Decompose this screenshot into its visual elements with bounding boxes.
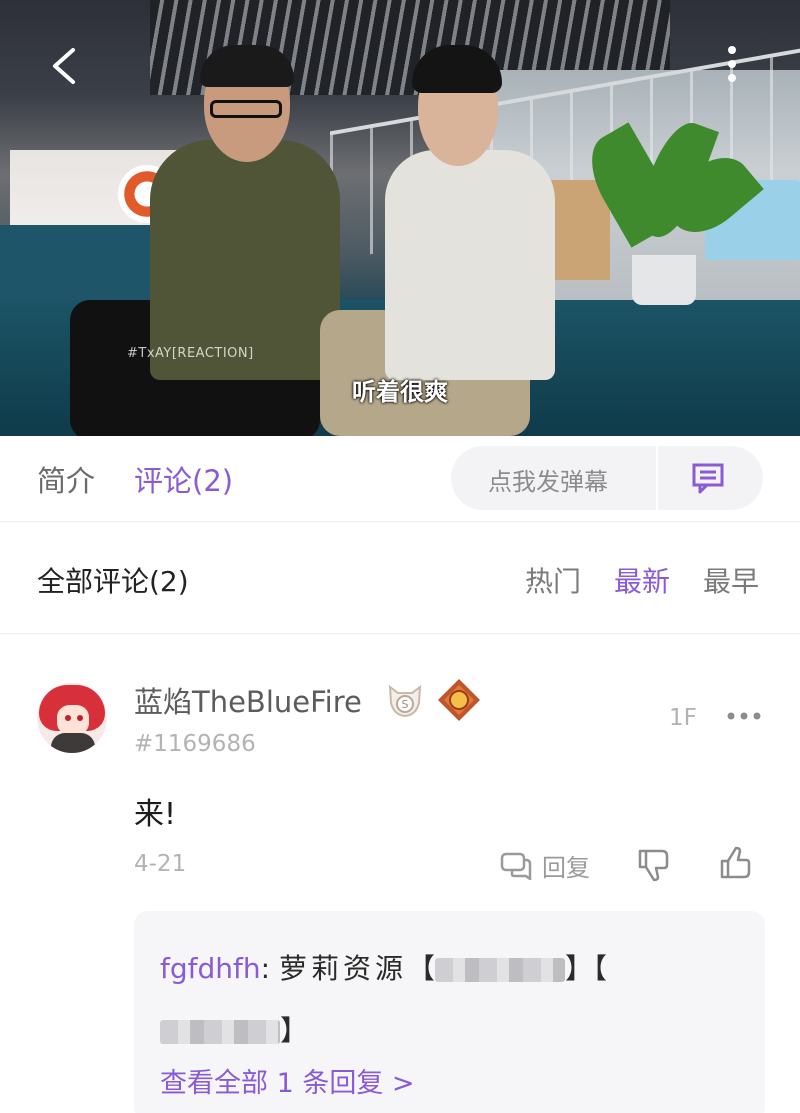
video-player[interactable]: #TxAY[REACTION] 听着很爽 (0, 0, 800, 436)
all-comments-title: 全部评论(2) (37, 565, 189, 598)
comments-filter-row: 全部评论(2) 热门 最新 最早 (0, 522, 800, 634)
sort-oldest-option[interactable]: 最早 (703, 560, 759, 600)
reply-bracket-close: 】 (280, 1014, 309, 1047)
reply-username[interactable]: fgfdhfh (160, 952, 261, 985)
blurred-text (435, 958, 565, 982)
chat-bubbles-icon (500, 852, 532, 880)
comment-user-id: #1169686 (134, 731, 256, 757)
blurred-text (160, 1020, 280, 1044)
avatar-eye (77, 715, 83, 721)
sort-newest-option[interactable]: 最新 (614, 560, 670, 600)
avatar-eye (65, 715, 71, 721)
message-square-icon[interactable] (691, 462, 725, 494)
thumb-up-icon[interactable] (718, 845, 754, 881)
reply-button[interactable]: 回复 (500, 845, 590, 885)
reply-bracket-close: 】 (565, 952, 594, 985)
view-all-replies-link[interactable]: 查看全部 1 条回复 > (160, 1061, 415, 1100)
danmaku-placeholder: 点我发弹幕 (488, 468, 608, 496)
more-menu-button[interactable] (712, 40, 752, 88)
horizontal-dots-icon (727, 712, 761, 720)
reply-separator: : (260, 952, 271, 985)
comment-date: 4-21 (134, 851, 187, 877)
danmaku-divider (656, 446, 658, 510)
tabs-bar: 简介 评论(2) 点我发弹幕 (0, 436, 800, 522)
video-watermark: #TxAY[REACTION] (127, 346, 254, 361)
person-left-hair (200, 45, 294, 87)
medal-badge-icon (438, 679, 480, 721)
person-left-glasses (210, 100, 282, 118)
fox-level-badge-icon: S (388, 684, 422, 718)
person-right-body (385, 150, 555, 380)
comment-more-button[interactable] (724, 701, 764, 731)
svg-text:S: S (402, 698, 409, 711)
avatar[interactable] (37, 683, 107, 753)
tab-comments[interactable]: 评论(2) (134, 458, 233, 500)
comment-text: 来! (134, 797, 177, 832)
vertical-dots-icon (728, 46, 736, 82)
chevron-left-icon (53, 48, 75, 84)
reply-label: 回复 (542, 853, 590, 882)
avatar-face (57, 705, 89, 735)
person-left-body (150, 140, 340, 380)
thumb-down-icon[interactable] (636, 847, 672, 883)
comment-username[interactable]: 蓝焰TheBlueFire (134, 679, 362, 721)
comment-floor: 1F (669, 705, 697, 731)
reply-content: 萝莉资源 (278, 952, 407, 985)
plant-pot (632, 255, 696, 305)
avatar-body (51, 733, 95, 753)
reply-bracket-open: 【 (593, 952, 608, 985)
tab-intro[interactable]: 简介 (37, 458, 95, 500)
danmaku-input[interactable]: 点我发弹幕 (451, 446, 763, 510)
reply-preview-line: 】 (160, 1009, 308, 1049)
reply-preview-line: fgfdhfh: 萝莉资源【 】【 (160, 947, 607, 987)
sort-hot-option[interactable]: 热门 (525, 560, 581, 600)
comment-item: 蓝焰TheBlueFire S #1169686 1F 来! 4-21 回复 f… (0, 635, 800, 1113)
video-subtitle: 听着很爽 (352, 378, 448, 406)
reply-bracket-open: 【 (406, 952, 435, 985)
back-button[interactable] (40, 42, 88, 90)
reply-preview-box[interactable]: fgfdhfh: 萝莉资源【 】【 】 查看全部 1 条回复 > (134, 911, 765, 1113)
